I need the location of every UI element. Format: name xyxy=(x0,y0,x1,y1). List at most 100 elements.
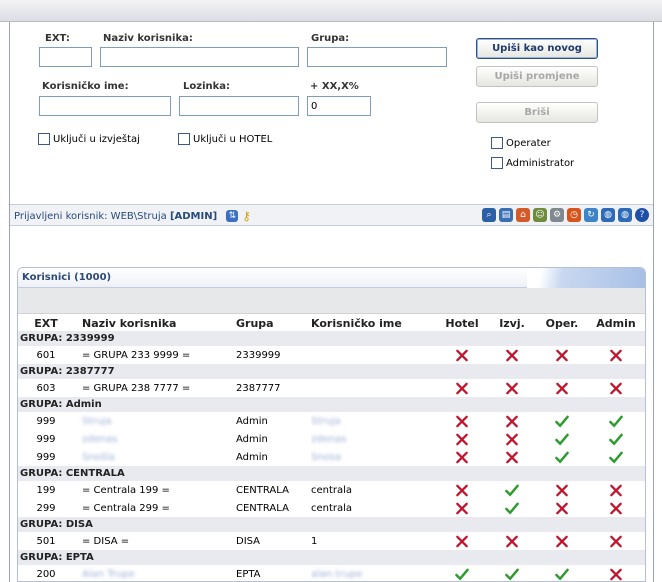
globe-icon[interactable]: ◍ xyxy=(618,208,632,222)
administrator-checkbox-box[interactable] xyxy=(491,157,503,169)
table-row[interactable]: 999 zdenas Admin zdenas xyxy=(18,430,645,448)
cell-izvj[interactable] xyxy=(487,379,537,397)
key-icon[interactable]: ⚷ xyxy=(242,209,252,223)
naziv-input[interactable] xyxy=(100,47,299,67)
cell-korisnicko: 1 xyxy=(311,532,437,550)
hotel-checkbox-box[interactable] xyxy=(178,133,190,145)
refresh-icon[interactable]: ↻ xyxy=(584,208,598,222)
cell-oper[interactable] xyxy=(537,430,587,448)
cell-admin[interactable] xyxy=(587,499,645,517)
table-row[interactable]: 601 = GRUPA 233 9999 = 2339999 xyxy=(18,346,645,364)
izvjestaj-checkbox-label: Uključi u izvještaj xyxy=(53,133,140,145)
cell-oper[interactable] xyxy=(537,499,587,517)
table-row[interactable]: 999 Struja Admin Struja xyxy=(18,412,645,430)
cell-korisnicko-text: alan.trupe xyxy=(311,568,363,580)
cell-naziv: Alan Trupe xyxy=(74,565,236,581)
cell-admin[interactable] xyxy=(587,430,645,448)
cell-izvj[interactable] xyxy=(487,532,537,550)
postotak-input[interactable] xyxy=(307,96,371,116)
hotel-checkbox[interactable]: Uključi u HOTEL xyxy=(178,133,272,145)
search-icon[interactable]: ⌕ xyxy=(482,208,496,222)
cell-izvj[interactable] xyxy=(487,448,537,466)
cell-ext-text: 299 xyxy=(36,502,56,514)
izvjestaj-checkbox[interactable]: Uključi u izvještaj xyxy=(38,133,140,145)
col-admin[interactable]: Admin xyxy=(587,316,645,331)
cell-admin[interactable] xyxy=(587,481,645,499)
cell-izvj[interactable] xyxy=(487,430,537,448)
cell-izvj[interactable] xyxy=(487,346,537,364)
cell-admin[interactable] xyxy=(587,448,645,466)
cell-oper[interactable] xyxy=(537,379,587,397)
cell-admin[interactable] xyxy=(587,412,645,430)
cell-admin[interactable] xyxy=(587,532,645,550)
check-icon xyxy=(609,433,623,446)
cell-grupa: Admin xyxy=(236,448,311,466)
help-icon[interactable]: ? xyxy=(635,208,649,222)
col-korisnicko[interactable]: Korisničko ime xyxy=(311,316,437,331)
cell-oper[interactable] xyxy=(537,481,587,499)
users-switch-icon[interactable]: ⇅ xyxy=(226,210,239,222)
brisi-button[interactable]: Briši xyxy=(476,102,598,123)
administrator-checkbox[interactable]: Administrator xyxy=(491,157,574,169)
upisi-kao-novog-button[interactable]: Upiši kao novog xyxy=(476,38,598,59)
cell-hotel[interactable] xyxy=(437,532,487,550)
cell-oper[interactable] xyxy=(537,412,587,430)
globe-icon[interactable]: ◍ xyxy=(601,208,615,222)
cell-izvj[interactable] xyxy=(487,412,537,430)
cell-hotel[interactable] xyxy=(437,379,487,397)
cell-hotel[interactable] xyxy=(437,430,487,448)
cell-izvj[interactable] xyxy=(487,565,537,581)
cross-icon xyxy=(506,535,518,547)
cell-hotel[interactable] xyxy=(437,346,487,364)
col-hotel[interactable]: Hotel xyxy=(437,316,487,331)
cell-grupa: Admin xyxy=(236,430,311,448)
cross-icon xyxy=(556,535,568,547)
izvjestaj-checkbox-box[interactable] xyxy=(38,133,50,145)
col-ext[interactable]: EXT xyxy=(18,316,74,331)
cell-hotel[interactable] xyxy=(437,481,487,499)
table-row[interactable]: 999 Snošla Admin Snosa xyxy=(18,448,645,466)
cell-naziv: Struja xyxy=(74,412,236,430)
lozinka-input[interactable] xyxy=(179,96,299,116)
cell-izvj[interactable] xyxy=(487,499,537,517)
gear-icon[interactable]: ⚙ xyxy=(550,208,564,222)
cell-izvj[interactable] xyxy=(487,481,537,499)
table-row[interactable]: 200 Alan Trupe EPTA alan.trupe xyxy=(18,565,645,581)
cell-admin[interactable] xyxy=(587,565,645,581)
col-naziv[interactable]: Naziv korisnika xyxy=(74,316,236,331)
cell-admin[interactable] xyxy=(587,379,645,397)
cell-hotel[interactable] xyxy=(437,565,487,581)
korisnicko-input[interactable] xyxy=(39,96,171,116)
users-icon[interactable]: ☺ xyxy=(533,208,547,222)
col-izvj[interactable]: Izvj. xyxy=(487,316,537,331)
cell-oper[interactable] xyxy=(537,532,587,550)
lozinka-label: Lozinka: xyxy=(183,81,231,92)
cell-oper[interactable] xyxy=(537,346,587,364)
cell-admin[interactable] xyxy=(587,346,645,364)
cross-icon xyxy=(610,502,622,514)
cell-naziv: = DISA = xyxy=(74,532,236,550)
cell-ext: 999 xyxy=(18,430,74,448)
operater-checkbox[interactable]: Operater xyxy=(491,137,551,149)
ext-input[interactable] xyxy=(39,47,92,67)
upisi-promjene-button[interactable]: Upiši promjene xyxy=(476,66,598,87)
home-icon[interactable]: ⌂ xyxy=(516,208,530,222)
cell-hotel[interactable] xyxy=(437,412,487,430)
check-icon xyxy=(555,415,569,428)
table-row[interactable]: 501 = DISA = DISA 1 xyxy=(18,532,645,550)
postotak-label: + XX,X% xyxy=(310,81,359,92)
col-grupa[interactable]: Grupa xyxy=(236,316,311,331)
cell-naziv-text: Alan Trupe xyxy=(82,568,135,580)
cell-hotel[interactable] xyxy=(437,499,487,517)
grupa-input[interactable] xyxy=(307,47,447,67)
table-row[interactable]: 299 = Centrala 299 = CENTRALA centrala xyxy=(18,499,645,517)
cell-oper[interactable] xyxy=(537,565,587,581)
table-row[interactable]: 603 = GRUPA 238 7777 = 2387777 xyxy=(18,379,645,397)
table-row[interactable]: 199 = Centrala 199 = CENTRALA centrala xyxy=(18,481,645,499)
clock-icon[interactable]: ◷ xyxy=(567,208,581,222)
col-oper[interactable]: Oper. xyxy=(537,316,587,331)
operater-checkbox-box[interactable] xyxy=(491,137,503,149)
cell-hotel[interactable] xyxy=(437,448,487,466)
cell-oper[interactable] xyxy=(537,448,587,466)
book-icon[interactable]: ▤ xyxy=(499,208,513,222)
